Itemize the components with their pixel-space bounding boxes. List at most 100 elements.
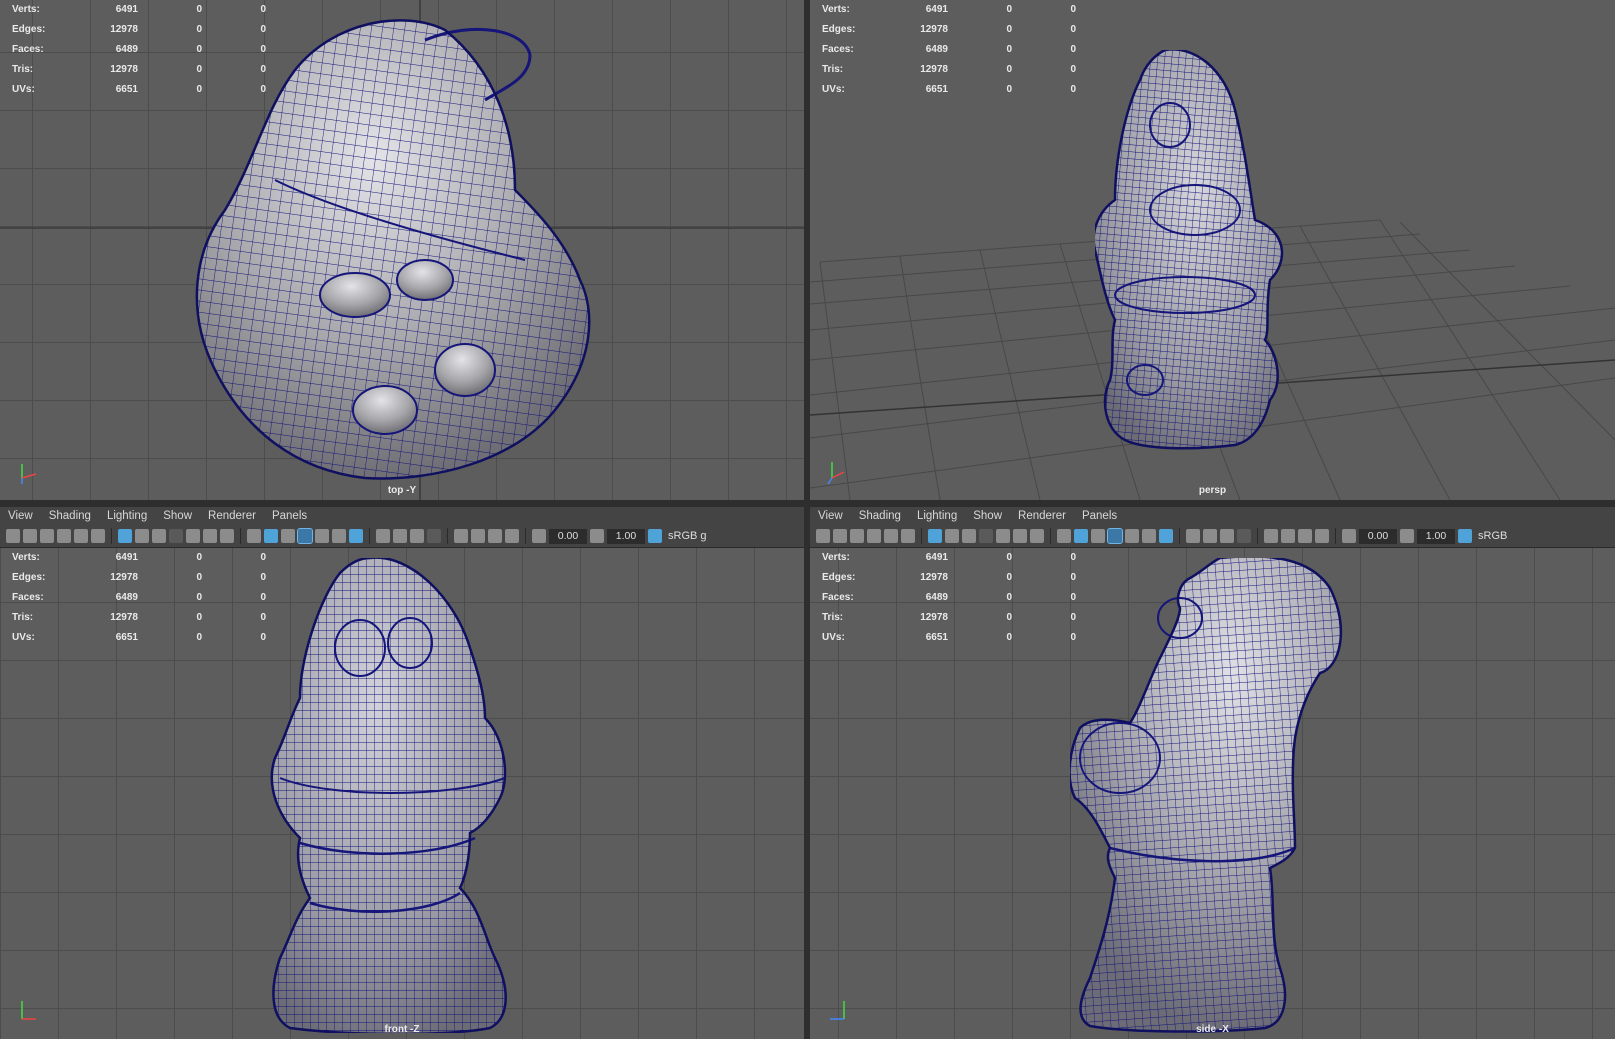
exposure-field[interactable]: 0.00 (1359, 528, 1397, 544)
menu-renderer[interactable]: Renderer (200, 510, 264, 522)
resolution-gate-icon[interactable] (962, 529, 976, 543)
screen-space-ao-icon[interactable] (1186, 529, 1200, 543)
2d-pan-zoom-icon[interactable] (884, 529, 898, 543)
smooth-shade-icon[interactable] (1074, 529, 1088, 543)
motion-blur-icon[interactable] (393, 529, 407, 543)
camera-select-icon[interactable] (816, 529, 830, 543)
camera-attributes-icon[interactable] (23, 529, 37, 543)
isolate-select-icon[interactable] (454, 529, 468, 543)
viewport-persp[interactable]: Verts: 6491 0 0 Edges: 12978 0 0 Faces: 6489 0 0 … (810, 0, 1615, 500)
view-axis-icon (830, 1001, 845, 1020)
resolution-gate-icon[interactable] (152, 529, 166, 543)
view-transform-label[interactable]: sRGB g (665, 530, 707, 542)
menu-lighting[interactable]: Lighting (99, 510, 155, 522)
smooth-shade-icon[interactable] (264, 529, 278, 543)
bookmark-icon[interactable] (850, 529, 864, 543)
gnome-mesh-persp-view[interactable] (1095, 50, 1295, 455)
camera-attributes-icon[interactable] (833, 529, 847, 543)
wireframe-icon[interactable] (247, 529, 261, 543)
xray-icon[interactable] (1125, 529, 1139, 543)
2d-pan-zoom-icon[interactable] (74, 529, 88, 543)
gamma-icon[interactable] (590, 529, 604, 543)
viewport-front[interactable]: Verts: 6491 0 0 Edges: 12978 0 0 Faces: 6489 0 0 … (0, 548, 804, 1039)
menu-renderer[interactable]: Renderer (1010, 510, 1074, 522)
isolate-select-icon[interactable] (1264, 529, 1278, 543)
poly-count-hud: Verts: 6491 0 0 Edges: 12978 0 0 Faces: 6489 0 0 … (822, 4, 1076, 95)
camera-select-icon[interactable] (6, 529, 20, 543)
anti-aliasing-icon[interactable] (1220, 529, 1234, 543)
gamma-icon[interactable] (1400, 529, 1414, 543)
depth-of-field-icon[interactable] (1237, 529, 1251, 543)
film-gate-icon[interactable] (945, 529, 959, 543)
xray-components-icon[interactable] (1298, 529, 1312, 543)
toolbar-separator (525, 528, 526, 544)
panel-toolbar: 0.00 1.00 sRGB (810, 525, 1615, 548)
gnome-mesh-side-view[interactable] (1070, 558, 1370, 1033)
image-plane-icon[interactable] (867, 529, 881, 543)
textures-icon[interactable] (1315, 529, 1329, 543)
field-chart-icon[interactable] (186, 529, 200, 543)
view-transform-label[interactable]: sRGB (1475, 530, 1507, 542)
xray-components-icon[interactable] (488, 529, 502, 543)
menu-shading[interactable]: Shading (41, 510, 99, 522)
default-material-icon[interactable] (1091, 529, 1105, 543)
color-management-icon[interactable] (1458, 529, 1472, 543)
color-management-icon[interactable] (648, 529, 662, 543)
wireframe-on-shaded-icon[interactable] (1107, 528, 1123, 544)
menu-view[interactable]: View (0, 510, 41, 522)
xray-joints-icon[interactable] (471, 529, 485, 543)
safe-action-icon[interactable] (1013, 529, 1027, 543)
menu-lighting[interactable]: Lighting (909, 510, 965, 522)
screen-space-ao-icon[interactable] (376, 529, 390, 543)
shadows-icon[interactable] (349, 529, 363, 543)
viewport-side[interactable]: Verts: 6491 0 0 Edges: 12978 0 0 Faces: 6489 0 0 … (810, 548, 1615, 1039)
xray-joints-icon[interactable] (1281, 529, 1295, 543)
menu-show[interactable]: Show (965, 510, 1010, 522)
anti-aliasing-icon[interactable] (410, 529, 424, 543)
exposure-field[interactable]: 0.00 (549, 528, 587, 544)
camera-label: persp (1198, 485, 1227, 496)
gate-mask-icon[interactable] (979, 529, 993, 543)
safe-title-icon[interactable] (1030, 529, 1044, 543)
poly-count-hud: Verts: 6491 0 0 Edges: 12978 0 0 Faces: 6489 0 0 … (12, 552, 266, 643)
menu-show[interactable]: Show (155, 510, 200, 522)
shadows-icon[interactable] (1159, 529, 1173, 543)
textures-icon[interactable] (505, 529, 519, 543)
menu-panels[interactable]: Panels (264, 510, 315, 522)
exposure-icon[interactable] (532, 529, 546, 543)
bookmark-icon[interactable] (40, 529, 54, 543)
gate-mask-icon[interactable] (169, 529, 183, 543)
field-chart-icon[interactable] (996, 529, 1010, 543)
grid-icon[interactable] (928, 529, 942, 543)
gamma-field[interactable]: 1.00 (607, 528, 645, 544)
pane-divider-vertical[interactable] (804, 0, 810, 1039)
grid-icon[interactable] (118, 529, 132, 543)
viewport-top[interactable]: Verts: 6491 0 0 Edges: 12978 0 0 Faces: 6489 0 0 … (0, 0, 804, 500)
toolbar-separator (447, 528, 448, 544)
depth-of-field-icon[interactable] (427, 529, 441, 543)
menu-panels[interactable]: Panels (1074, 510, 1125, 522)
safe-action-icon[interactable] (203, 529, 217, 543)
gnome-mesh-front-view[interactable] (270, 558, 530, 1033)
grease-pencil-icon[interactable] (901, 529, 915, 543)
toolbar-separator (111, 528, 112, 544)
menu-shading[interactable]: Shading (851, 510, 909, 522)
grease-pencil-icon[interactable] (91, 529, 105, 543)
menu-view[interactable]: View (810, 510, 851, 522)
default-material-icon[interactable] (281, 529, 295, 543)
toolbar-separator (1179, 528, 1180, 544)
exposure-icon[interactable] (1342, 529, 1356, 543)
safe-title-icon[interactable] (220, 529, 234, 543)
motion-blur-icon[interactable] (1203, 529, 1217, 543)
use-all-lights-icon[interactable] (332, 529, 346, 543)
wireframe-icon[interactable] (1057, 529, 1071, 543)
use-all-lights-icon[interactable] (1142, 529, 1156, 543)
camera-label: side -X (1196, 1024, 1229, 1035)
film-gate-icon[interactable] (135, 529, 149, 543)
toolbar-separator (369, 528, 370, 544)
gamma-field[interactable]: 1.00 (1417, 528, 1455, 544)
image-plane-icon[interactable] (57, 529, 71, 543)
wireframe-on-shaded-icon[interactable] (297, 528, 313, 544)
xray-icon[interactable] (315, 529, 329, 543)
toolbar-separator (240, 528, 241, 544)
